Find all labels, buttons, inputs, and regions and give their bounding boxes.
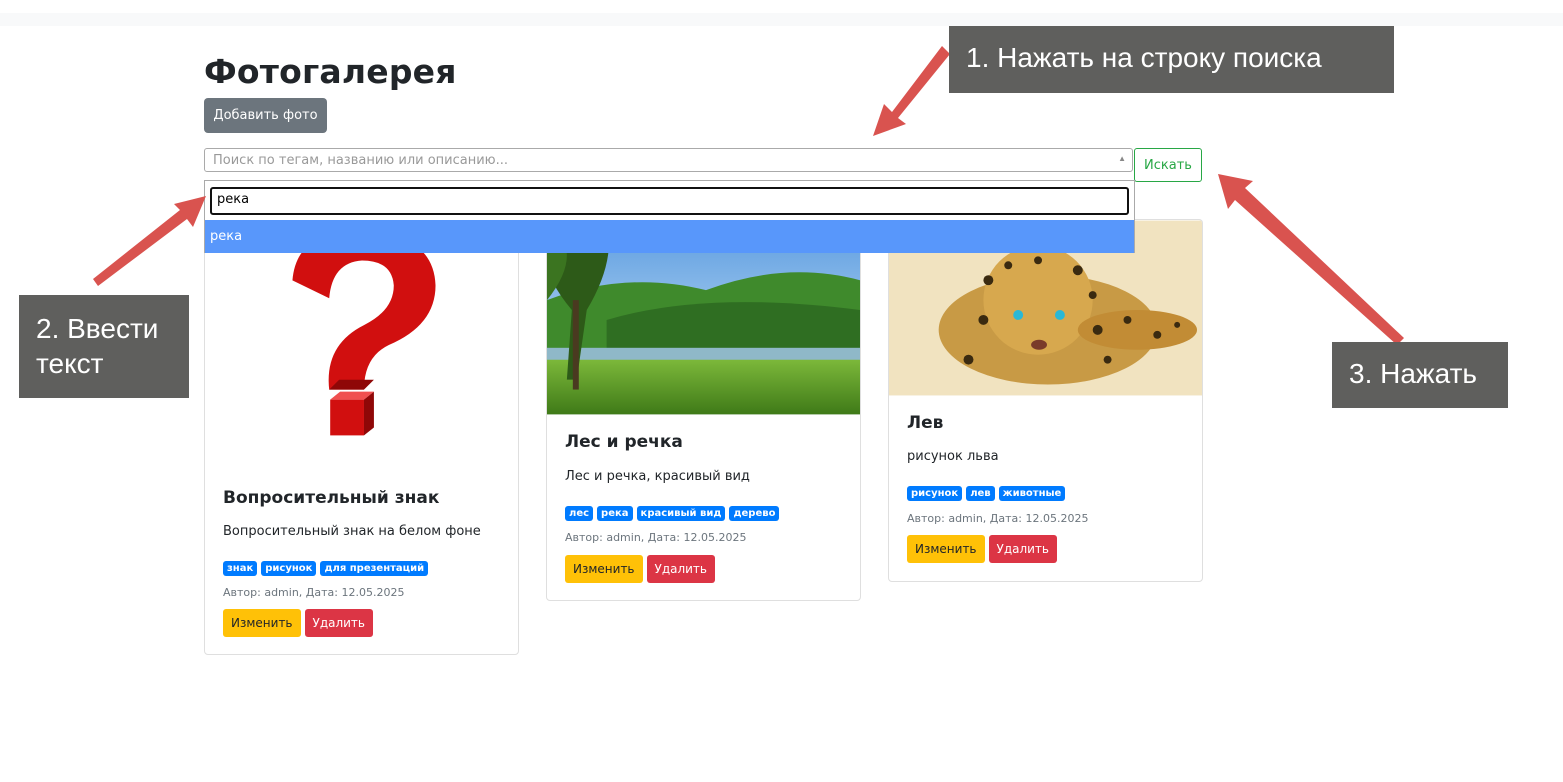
- card-description: Вопросительный знак на белом фоне: [223, 524, 481, 539]
- caret-up-icon: ▲: [1118, 154, 1126, 163]
- card-description: рисунок льва: [907, 449, 999, 464]
- search-placeholder: Поиск по тегам, названию или описанию...: [213, 153, 509, 168]
- card-title: Лес и речка: [565, 432, 683, 452]
- callout-step3: 3. Нажать: [1332, 342, 1508, 408]
- tag-list: рисунок лев животные: [907, 486, 1066, 501]
- tag-badge[interactable]: красивый вид: [636, 506, 726, 521]
- search-button[interactable]: Искать: [1134, 148, 1202, 182]
- card-meta: Автор: admin, Дата: 12.05.2025: [565, 531, 747, 544]
- delete-button[interactable]: Удалить: [988, 535, 1057, 563]
- photo-card: Вопросительный знак Вопросительный знак …: [204, 219, 519, 655]
- tag-list: лес река красивый вид дерево: [565, 506, 780, 521]
- callout-step2: 2. Ввести текст: [19, 295, 189, 398]
- arrow-step2-icon: [93, 196, 206, 286]
- arrow-step1-icon: [873, 46, 950, 136]
- edit-button[interactable]: Изменить: [907, 535, 985, 563]
- tag-badge[interactable]: река: [597, 506, 633, 521]
- tag-badge[interactable]: животные: [998, 486, 1066, 501]
- search-dropdown: река река: [204, 180, 1135, 253]
- question-mark-image: [205, 220, 518, 460]
- card-title: Лев: [907, 413, 944, 433]
- card-actions: Изменить Удалить: [565, 555, 715, 583]
- add-photo-button[interactable]: Добавить фото: [204, 98, 327, 133]
- tag-badge[interactable]: лес: [565, 506, 594, 521]
- arrow-step3-icon: [1218, 174, 1404, 345]
- card-actions: Изменить Удалить: [907, 535, 1057, 563]
- tag-badge[interactable]: рисунок: [261, 561, 317, 576]
- card-meta: Автор: admin, Дата: 12.05.2025: [907, 512, 1089, 525]
- card-description: Лес и речка, красивый вид: [565, 469, 750, 484]
- tag-badge[interactable]: для презентаций: [320, 561, 429, 576]
- delete-button[interactable]: Удалить: [646, 555, 715, 583]
- tag-badge[interactable]: рисунок: [907, 486, 963, 501]
- photo-card: Лес и речка Лес и речка, красивый вид ле…: [546, 219, 861, 601]
- delete-button[interactable]: Удалить: [304, 609, 373, 637]
- tag-badge[interactable]: дерево: [729, 506, 780, 521]
- top-bar: [0, 13, 1563, 26]
- card-title: Вопросительный знак: [223, 488, 440, 508]
- tag-list: знак рисунок для презентаций: [223, 561, 429, 576]
- card-actions: Изменить Удалить: [223, 609, 373, 637]
- tag-badge[interactable]: лев: [966, 486, 995, 501]
- callout-step1: 1. Нажать на строку поиска: [949, 26, 1394, 93]
- dropdown-option[interactable]: река: [205, 220, 1134, 253]
- edit-button[interactable]: Изменить: [223, 609, 301, 637]
- tag-badge[interactable]: знак: [223, 561, 258, 576]
- dropdown-search-input[interactable]: река: [210, 187, 1129, 215]
- photo-card: Лев рисунок льва рисунок лев животные Ав…: [888, 219, 1203, 582]
- search-select[interactable]: Поиск по тегам, названию или описанию...…: [204, 148, 1133, 172]
- page-title: Фотогалерея: [204, 52, 457, 91]
- card-meta: Автор: admin, Дата: 12.05.2025: [223, 586, 405, 599]
- edit-button[interactable]: Изменить: [565, 555, 643, 583]
